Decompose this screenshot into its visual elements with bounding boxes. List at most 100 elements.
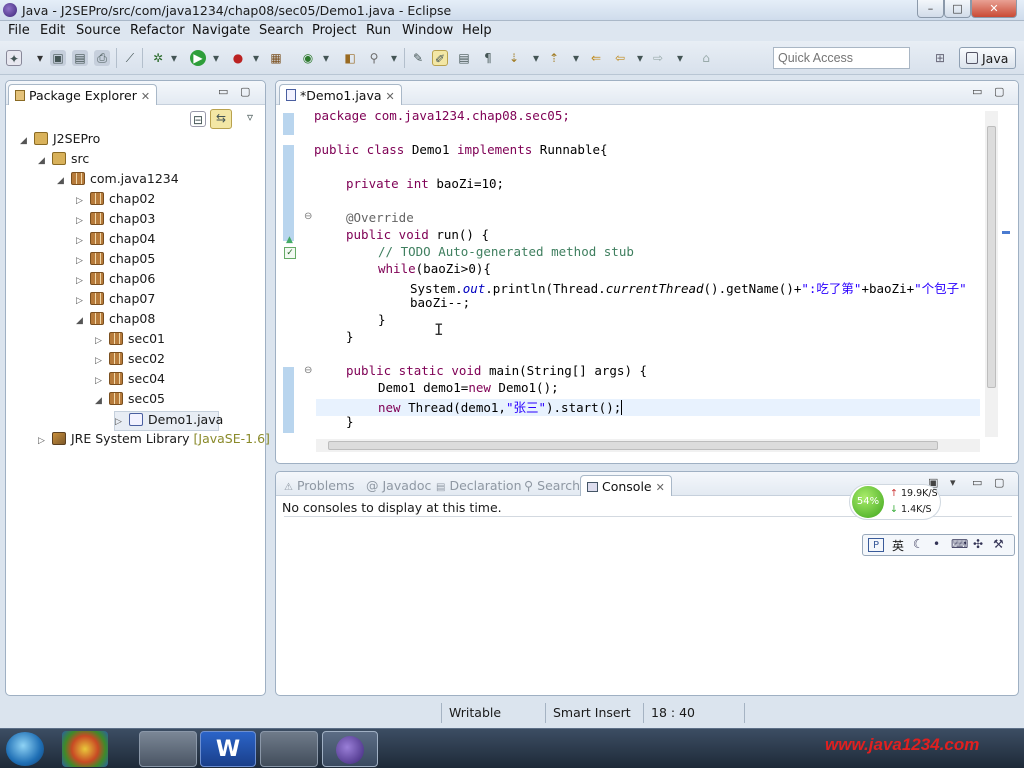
- tools-icon[interactable]: ✣: [973, 537, 983, 551]
- code-line-class[interactable]: public class Demo1 implements Runnable{: [314, 142, 608, 157]
- ime-toolbar[interactable]: P 英 ☾ • ⌨ ✣ ⚒: [862, 534, 1015, 556]
- tree-item-package[interactable]: ▷ sec02: [95, 351, 165, 371]
- menu-help[interactable]: Help: [462, 23, 492, 38]
- run-icon[interactable]: ▶: [190, 50, 206, 66]
- tree-item-package[interactable]: ▷ sec04: [95, 371, 165, 391]
- previous-annotation-dropdown-icon[interactable]: ▾: [568, 50, 584, 66]
- debug-dropdown-icon[interactable]: ▾: [166, 50, 182, 66]
- next-annotation-icon[interactable]: ⇣: [506, 50, 522, 66]
- link-with-editor-icon[interactable]: ⇆: [210, 109, 232, 129]
- taskbar-word-icon[interactable]: W: [200, 731, 256, 767]
- vertical-scrollbar[interactable]: [985, 111, 998, 437]
- tree-item-package[interactable]: ◢ sec05: [95, 391, 165, 411]
- open-perspective-icon[interactable]: ⊞: [932, 50, 948, 66]
- menu-run[interactable]: Run: [366, 23, 391, 38]
- tree-item-package[interactable]: ▷ chap03: [76, 211, 155, 231]
- save-all-icon[interactable]: ▤: [72, 50, 88, 66]
- tree-item-package[interactable]: ◢ com.java1234: [57, 171, 179, 191]
- moon-icon[interactable]: ☾: [913, 537, 924, 551]
- code-line-close-run[interactable]: }: [346, 329, 354, 344]
- tab-problems[interactable]: ⚠ Problems: [278, 475, 361, 496]
- debug-icon[interactable]: ✲: [150, 50, 166, 66]
- back-icon[interactable]: ⇦: [612, 50, 628, 66]
- view-menu-icon[interactable]: ▿: [242, 109, 258, 125]
- search-dropdown-icon[interactable]: ▾: [386, 50, 402, 66]
- ime-language[interactable]: 英: [892, 537, 904, 554]
- code-line-annotation[interactable]: @Override: [346, 210, 414, 225]
- menu-project[interactable]: Project: [312, 23, 356, 38]
- collapse-all-icon[interactable]: ⊟: [190, 111, 206, 127]
- minimize-button[interactable]: –: [917, 0, 944, 18]
- close-button[interactable]: ✕: [971, 0, 1017, 18]
- back-dropdown-icon[interactable]: ▾: [632, 50, 648, 66]
- menu-window[interactable]: Window: [402, 23, 453, 38]
- horizontal-scrollbar[interactable]: [316, 439, 980, 452]
- maximize-panel-icon[interactable]: ▢: [994, 85, 1004, 98]
- tree-item-package[interactable]: ◢ chap08: [76, 311, 155, 331]
- start-button[interactable]: [6, 732, 44, 766]
- tree-item-package[interactable]: ▷ sec01: [95, 331, 165, 351]
- tree-item-package[interactable]: ▷ chap06: [76, 271, 155, 291]
- tree-item-package[interactable]: ▷ chap02: [76, 191, 155, 211]
- taskbar-app-icon[interactable]: [62, 731, 108, 767]
- maximize-panel-icon[interactable]: ▢: [994, 476, 1004, 489]
- new-java-project-icon[interactable]: ▦: [268, 50, 284, 66]
- vertical-scroll-thumb[interactable]: [987, 126, 996, 388]
- fold-collapse-icon[interactable]: ⊖: [304, 211, 312, 222]
- code-line-decrement[interactable]: baoZi--;: [410, 295, 470, 310]
- open-type-icon[interactable]: ◧: [342, 50, 358, 66]
- tree-item-project[interactable]: ◢ J2SEPro: [20, 131, 100, 151]
- code-line-close-while[interactable]: }: [378, 312, 386, 327]
- print-icon[interactable]: ⎙: [94, 50, 110, 66]
- toggle-block-selection-icon[interactable]: ✐: [432, 50, 448, 66]
- minimize-panel-icon[interactable]: ▭: [218, 85, 228, 98]
- tree-item-src[interactable]: ◢ src: [38, 151, 89, 171]
- menu-search[interactable]: Search: [259, 23, 304, 38]
- previous-annotation-icon[interactable]: ⇡: [546, 50, 562, 66]
- tree-item-package[interactable]: ▷ chap04: [76, 231, 155, 251]
- tree-item-jre-library[interactable]: ▷ JRE System Library [JavaSE-1.6]: [38, 431, 270, 451]
- code-line-main-method[interactable]: public static void main(String[] args) {: [346, 363, 647, 378]
- minimize-panel-icon[interactable]: ▭: [972, 85, 982, 98]
- save-icon[interactable]: ▣: [50, 50, 66, 66]
- taskbar-terminal-icon[interactable]: [139, 731, 197, 767]
- menu-file[interactable]: File: [8, 23, 30, 38]
- tab-declaration[interactable]: ▤ Declaration: [430, 475, 528, 496]
- maximize-button[interactable]: □: [944, 0, 971, 18]
- code-line-while[interactable]: while(baoZi>0){: [378, 261, 491, 276]
- quick-access-input[interactable]: [773, 47, 910, 69]
- maximize-panel-icon[interactable]: ▢: [240, 85, 250, 98]
- code-line-comment[interactable]: // TODO Auto-generated method stub: [378, 244, 634, 259]
- code-line-new-thread[interactable]: new Thread(demo1,"张三").start();: [378, 397, 623, 416]
- new-icon[interactable]: ✦: [6, 50, 22, 66]
- code-line-package[interactable]: package com.java1234.chap08.sec05;: [314, 108, 570, 123]
- tab-search[interactable]: ⚲ Search: [518, 475, 586, 496]
- tree-item-package[interactable]: ▷ chap05: [76, 251, 155, 271]
- close-icon[interactable]: ✕: [141, 90, 150, 103]
- close-icon[interactable]: ✕: [656, 481, 665, 494]
- code-line-println[interactable]: System.out.println(Thread.currentThread(…: [410, 278, 985, 297]
- view-menu-icon[interactable]: ▾: [950, 476, 956, 489]
- external-tools-icon[interactable]: ●: [230, 50, 246, 66]
- tree-item-package[interactable]: ▷ chap07: [76, 291, 155, 311]
- last-edit-location-icon[interactable]: ⇐: [588, 50, 604, 66]
- keyboard-icon[interactable]: ⌨: [951, 537, 968, 551]
- tab-console[interactable]: Console ✕: [580, 475, 672, 496]
- code-line-run-method[interactable]: public void run() {: [346, 227, 489, 242]
- network-speed-widget[interactable]: 54% ↑ 19.9K/S ↓ 1.4K/S: [849, 484, 941, 520]
- java-perspective-button[interactable]: Java: [959, 47, 1016, 69]
- forward-icon[interactable]: ⇨: [650, 50, 666, 66]
- code-line-field[interactable]: private int baoZi=10;: [346, 176, 504, 191]
- tab-demo1-java[interactable]: *Demo1.java ✕: [279, 84, 402, 105]
- next-annotation-dropdown-icon[interactable]: ▾: [528, 50, 544, 66]
- forward-dropdown-icon[interactable]: ▾: [672, 50, 688, 66]
- search-icon[interactable]: ⚲: [366, 50, 382, 66]
- wrench-icon[interactable]: ⚒: [993, 537, 1004, 551]
- pin-icon[interactable]: ⟋: [122, 50, 138, 66]
- toggle-mark-occurrences-icon[interactable]: ✎: [410, 50, 426, 66]
- menu-edit[interactable]: Edit: [40, 23, 65, 38]
- tree-item-java-file[interactable]: ▷ Demo1.java: [114, 411, 223, 431]
- show-whitespace-icon[interactable]: ▤: [456, 50, 472, 66]
- menu-source[interactable]: Source: [76, 23, 121, 38]
- minimize-panel-icon[interactable]: ▭: [972, 476, 982, 489]
